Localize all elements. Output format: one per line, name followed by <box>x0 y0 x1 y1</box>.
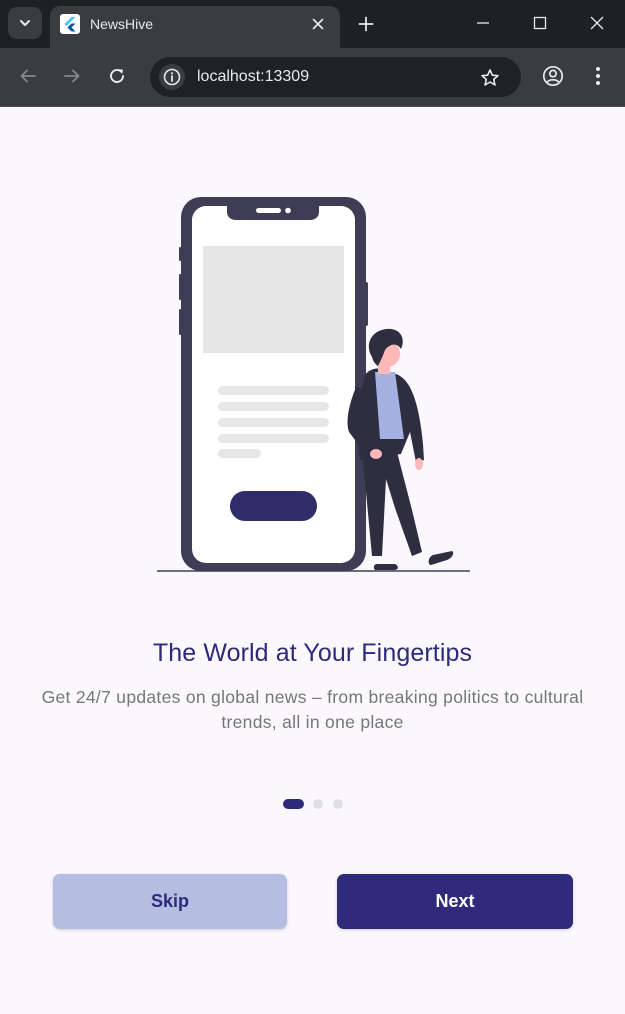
address-bar[interactable]: localhost:13309 <box>150 57 521 97</box>
next-button[interactable]: Next <box>337 874 573 929</box>
profile-icon <box>542 65 564 87</box>
minimize-icon <box>477 22 489 24</box>
window-close-button[interactable] <box>582 8 612 38</box>
page-indicator-dot <box>313 799 323 809</box>
arrow-left-icon <box>20 69 36 83</box>
tab-close-button[interactable] <box>308 14 328 34</box>
tab-title: NewsHive <box>90 16 154 32</box>
page-indicator <box>283 799 353 809</box>
onboarding-description: Get 24/7 updates on global news – from b… <box>41 687 584 732</box>
more-vertical-icon <box>596 67 600 85</box>
onboarding-page: The World at Your Fingertips Get 24/7 up… <box>0 107 625 1014</box>
skip-button[interactable]: Skip <box>53 874 287 929</box>
profile-button[interactable] <box>538 61 568 91</box>
chevron-down-icon <box>20 20 30 26</box>
browser-menu-button[interactable] <box>583 61 613 91</box>
site-info-icon <box>163 68 181 86</box>
plus-icon <box>358 16 374 32</box>
reload-button[interactable] <box>102 61 132 91</box>
back-button[interactable] <box>13 61 43 91</box>
url-text: localhost:13309 <box>197 68 310 85</box>
star-icon <box>481 69 499 86</box>
site-info-button[interactable] <box>159 64 185 90</box>
arrow-right-icon <box>64 69 80 83</box>
close-icon <box>312 18 324 30</box>
page-indicator-dot <box>333 799 343 809</box>
tab-search-button[interactable] <box>8 7 42 39</box>
browser-window: NewsHive localhost:13309 The World at Yo… <box>0 0 625 1014</box>
onboarding-illustration <box>157 197 470 572</box>
maximize-icon <box>533 16 547 30</box>
page-indicator-dot-active <box>283 799 304 809</box>
maximize-button[interactable] <box>525 8 555 38</box>
reload-icon <box>110 69 124 83</box>
flutter-icon <box>60 14 80 34</box>
tab-strip: NewsHive <box>0 0 625 48</box>
forward-button[interactable] <box>57 61 87 91</box>
minimize-button[interactable] <box>468 8 498 38</box>
bookmark-button[interactable] <box>477 65 503 91</box>
browser-tab[interactable]: NewsHive <box>50 6 340 48</box>
onboarding-headline: The World at Your Fingertips <box>152 639 473 667</box>
new-tab-button[interactable] <box>352 10 380 38</box>
browser-toolbar: localhost:13309 <box>0 48 625 107</box>
close-icon <box>590 16 604 30</box>
